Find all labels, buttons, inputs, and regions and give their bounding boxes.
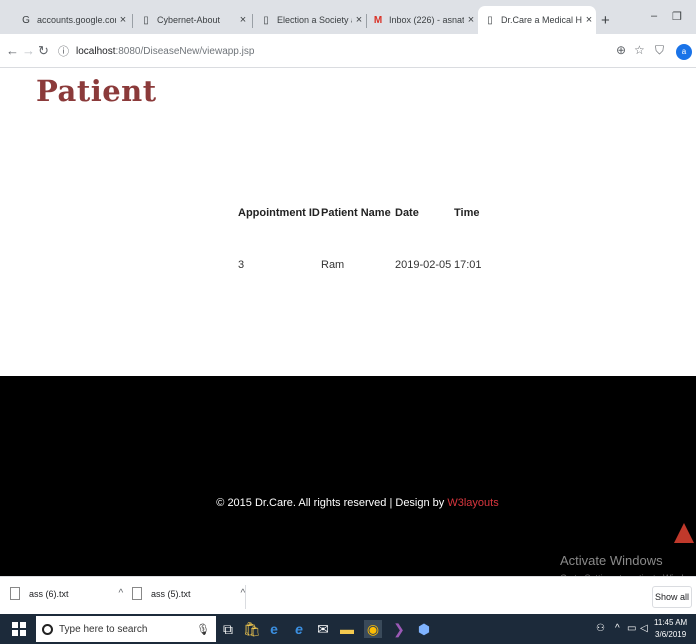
tab-divider [132, 14, 133, 28]
download-shelf: ass (6).txt ^ ass (5).txt ^ Show all [0, 576, 696, 614]
close-tab-icon[interactable]: × [236, 14, 250, 26]
extension-shield-icon[interactable]: ⛉ [655, 43, 664, 58]
edge-icon[interactable]: e [290, 620, 308, 638]
clock-date: 3/6/2019 [655, 630, 687, 639]
site-footer: © 2015 Dr.Care. All rights reserved | De… [0, 376, 696, 583]
store-bag-icon[interactable]: 🛍 [243, 620, 261, 638]
taskbar-clock[interactable]: 11:45 AM 3/6/2019 [654, 617, 687, 641]
file-icon [132, 587, 142, 600]
tab-divider [252, 14, 253, 28]
cell-time: 17:01 [454, 259, 482, 271]
network-icon[interactable]: ▭ [627, 623, 636, 634]
chrome-icon[interactable]: ◉ [364, 620, 382, 638]
address-bar[interactable]: ⓘ localhost:8080/DiseaseNew/viewapp.jsp [58, 39, 628, 63]
close-tab-icon[interactable]: × [352, 14, 366, 26]
column-header-date: Date [395, 207, 419, 219]
close-tab-icon[interactable]: × [116, 14, 130, 26]
chevron-up-icon[interactable]: ^ [119, 588, 124, 599]
page-icon: ▯ [487, 14, 493, 26]
page-content: Patient Appointment ID Patient Name Date… [0, 68, 696, 583]
url-path: :8080/DiseaseNew/viewapp.jsp [115, 45, 255, 57]
tab-election-society[interactable]: ▯ Election a Society and People × [254, 6, 366, 34]
designer-link[interactable]: W3layouts [447, 497, 498, 509]
app-icon[interactable]: ⬢ [415, 620, 433, 638]
column-header-appointment-id: Appointment ID [238, 207, 320, 219]
cortana-icon [42, 623, 53, 635]
volume-icon[interactable]: ◁ [640, 623, 648, 634]
download-filename: ass (5).txt [151, 588, 191, 599]
show-all-button[interactable]: Show all [652, 586, 692, 608]
ie-icon[interactable]: e [265, 620, 283, 638]
info-icon[interactable]: ⓘ [58, 43, 69, 59]
browser-toolbar: ← → ↻ ⓘ localhost:8080/DiseaseNew/viewap… [0, 34, 696, 68]
download-item[interactable]: ass (5).txt ^ [132, 587, 245, 600]
file-icon [10, 587, 20, 600]
tab-accounts-google[interactable]: G accounts.google.com × [14, 6, 130, 34]
column-header-time: Time [454, 207, 480, 219]
windows-taskbar: Type here to search 🎙 ⧉ 🛍 e e ✉ ▬ ◉ ❯ ⬢ … [0, 614, 696, 644]
page-title: Patient [36, 74, 157, 108]
reload-icon[interactable]: ↻ [38, 43, 49, 59]
close-tab-icon[interactable]: × [582, 14, 596, 26]
activate-windows-title: Activate Windows [560, 553, 663, 568]
restore-icon[interactable]: ❐ [672, 10, 682, 23]
gmail-icon: M [373, 14, 383, 26]
scroll-to-top-icon[interactable] [674, 523, 694, 543]
copyright-label: © 2015 Dr.Care. All rights reserved | De… [216, 497, 448, 509]
back-icon[interactable]: ← [6, 43, 19, 58]
close-tab-icon[interactable]: × [464, 14, 478, 26]
copyright-text: © 2015 Dr.Care. All rights reserved | De… [0, 497, 696, 509]
tab-gmail-inbox[interactable]: M Inbox (226) - asnathira@gmail × [366, 6, 478, 34]
cell-patient-name: Ram [321, 259, 345, 271]
bookmark-star-icon[interactable]: ☆ [634, 43, 645, 57]
tray-chevron-up-icon[interactable]: ^ [615, 623, 620, 634]
people-icon[interactable]: ⚇ [596, 623, 605, 634]
search-placeholder: Type here to search [59, 623, 148, 635]
mail-icon[interactable]: ✉ [314, 620, 332, 638]
zoom-icon[interactable]: ⊕ [616, 43, 626, 57]
column-header-patient-name: Patient Name [321, 207, 391, 219]
browser-tab-strip: G accounts.google.com × ▯ Cybernet-About… [0, 0, 696, 34]
download-item[interactable]: ass (6).txt ^ [10, 587, 123, 600]
google-icon: G [22, 14, 30, 26]
minimize-icon[interactable]: – [651, 10, 657, 22]
profile-avatar[interactable]: a [676, 44, 692, 60]
url-host: localhost [76, 45, 116, 57]
page-icon: ▯ [143, 14, 149, 26]
windows-start-icon[interactable] [12, 622, 26, 636]
task-view-icon[interactable]: ⧉ [219, 620, 237, 638]
page-icon: ▯ [263, 14, 269, 26]
forward-icon[interactable]: → [22, 43, 35, 58]
tab-drcare-active[interactable]: ▯ Dr.Care a Medical Hospital cat × [478, 6, 596, 34]
taskbar-search-box[interactable]: Type here to search 🎙 [36, 616, 216, 642]
file-explorer-icon[interactable]: ▬ [338, 620, 356, 638]
new-tab-button[interactable]: + [601, 12, 610, 29]
tab-cybernet-about[interactable]: ▯ Cybernet-About × [134, 6, 250, 34]
download-filename: ass (6).txt [29, 588, 69, 599]
cell-appointment-id: 3 [238, 259, 245, 271]
clock-time: 11:45 AM [654, 618, 688, 627]
download-divider [245, 585, 246, 609]
cell-date: 2019-02-05 [395, 259, 452, 271]
visual-studio-icon[interactable]: ❯ [390, 620, 408, 638]
microphone-icon[interactable]: 🎙 [196, 623, 210, 636]
